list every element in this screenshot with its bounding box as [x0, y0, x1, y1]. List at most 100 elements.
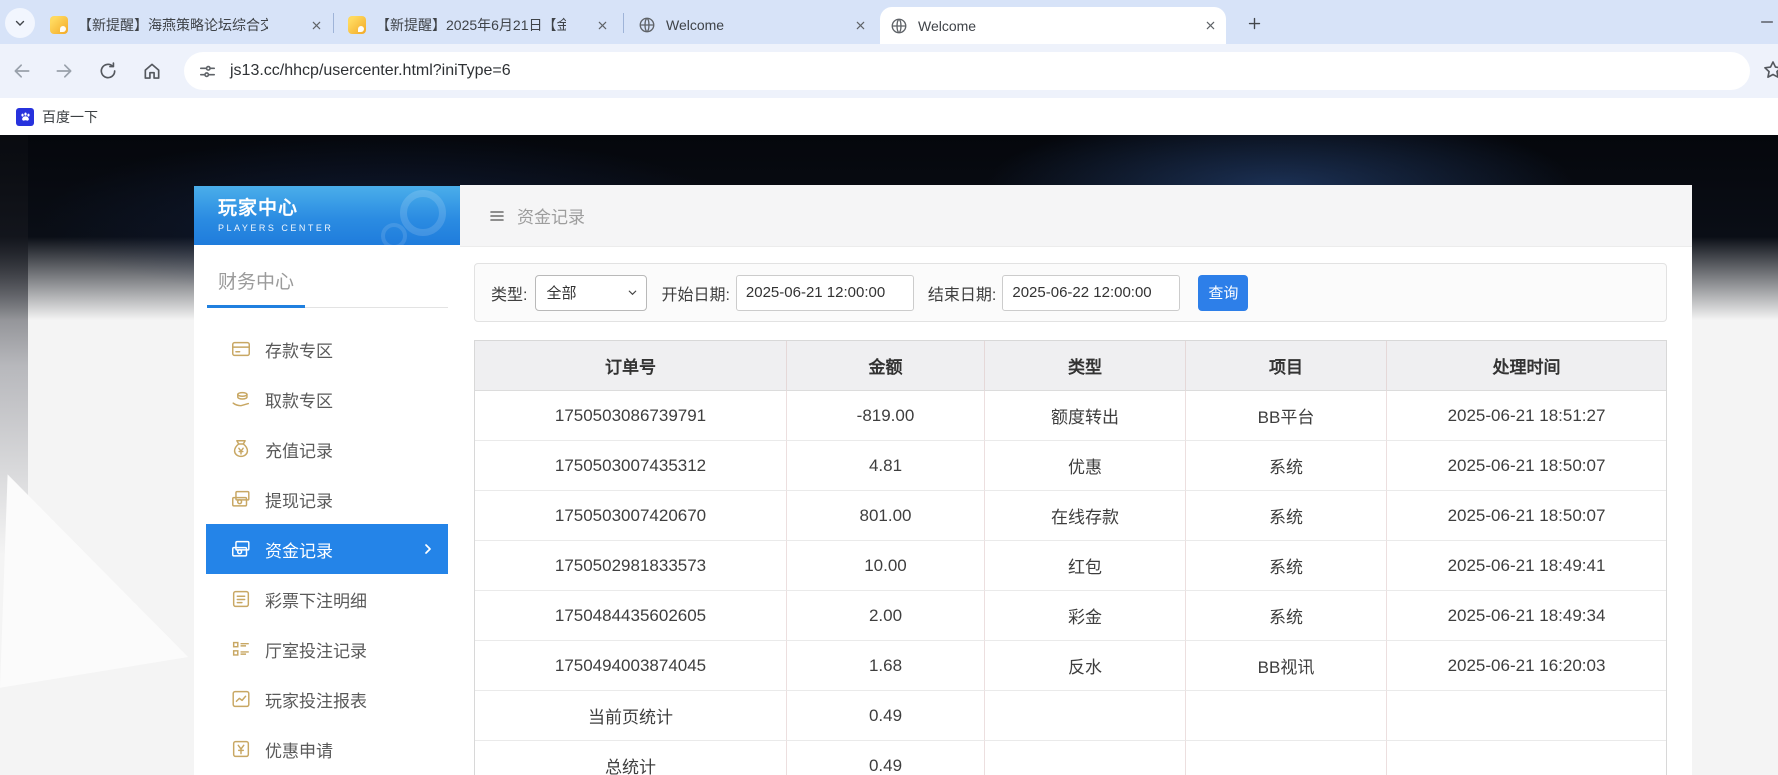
player-center-sidebar: 玩家中心 PLAYERS CENTER 财务中心 存款专区 取款专区 [194, 186, 460, 775]
tab-separator [333, 13, 334, 33]
globe-favicon-icon [638, 16, 656, 34]
sidebar-item-label: 充值记录 [265, 437, 333, 462]
cell-empty [984, 691, 1185, 741]
cell-order-no: 1750494003874045 [475, 641, 786, 691]
cell-order-no: 1750503086739791 [475, 391, 786, 441]
cell-empty [1185, 691, 1386, 741]
cell-process-time: 2025-06-21 18:49:34 [1386, 591, 1666, 641]
globe-favicon-icon [890, 17, 908, 35]
sidebar-item-label: 玩家投注报表 [265, 687, 367, 712]
sidebar-item-label: 资金记录 [265, 537, 333, 562]
url-text[interactable]: js13.cc/hhcp/usercenter.html?iniType=6 [230, 62, 511, 80]
cell-type: 在线存款 [984, 491, 1185, 541]
cell-amount: 0.49 [786, 691, 984, 741]
bookmarks-bar: 百度一下 [0, 98, 1778, 135]
cell-order-no: 1750503007420670 [475, 491, 786, 541]
tab-title: 【新提醒】海燕策略论坛综合交 [78, 15, 268, 35]
cell-amount: -819.00 [786, 391, 984, 441]
plus-icon [1247, 16, 1262, 31]
end-date-label: 结束日期: [928, 281, 996, 305]
back-arrow-icon [12, 61, 32, 81]
filter-bar: 类型: 全部 开始日期: 结束日期: 查询 [474, 263, 1667, 322]
cell-process-time: 2025-06-21 16:20:03 [1386, 641, 1666, 691]
sidebar-item-label: 厅室投注记录 [265, 637, 367, 662]
table-row-total-summary: 总统计 0.49 [475, 741, 1666, 775]
main-panel: 资金记录 类型: 全部 开始日期: 结束日期: 查询 订单号 [460, 185, 1692, 775]
reload-button[interactable] [92, 55, 124, 87]
tab-title: 【新提醒】2025年6月21日【金 [376, 15, 566, 35]
baidu-paw-icon [16, 108, 34, 126]
sidebar-item-hall-bet-records[interactable]: 厅室投注记录 [194, 624, 460, 674]
chart-icon [230, 688, 252, 710]
cell-project: 系统 [1185, 541, 1386, 591]
cell-process-time: 2025-06-21 18:50:07 [1386, 441, 1666, 491]
browser-toolbar: js13.cc/hhcp/usercenter.html?iniType=6 [0, 44, 1778, 98]
start-date-input[interactable] [736, 275, 914, 311]
tab-close-icon[interactable] [303, 20, 322, 31]
mail-favicon-icon [348, 16, 366, 34]
cell-project: BB平台 [1185, 391, 1386, 441]
tab-mail-2[interactable]: 【新提醒】2025年6月21日【金 [338, 6, 618, 44]
minimize-icon [1759, 14, 1775, 30]
new-tab-button[interactable] [1240, 9, 1268, 37]
cell-order-no: 1750503007435312 [475, 441, 786, 491]
sidebar-item-lottery-bet-details[interactable]: 彩票下注明细 [194, 574, 460, 624]
sidebar-section-title: 财务中心 [218, 267, 460, 294]
chevron-right-icon [420, 539, 436, 559]
type-select-value: 全部 [546, 282, 627, 303]
tab-separator [623, 13, 624, 33]
tab-close-icon[interactable] [1197, 20, 1216, 31]
browser-window: 【新提醒】海燕策略论坛综合交 【新提醒】2025年6月21日【金 Welcome [0, 0, 1778, 775]
tab-list-dropdown-button[interactable] [5, 8, 35, 38]
page-background-triangle [0, 470, 190, 690]
address-bar[interactable]: js13.cc/hhcp/usercenter.html?iniType=6 [184, 52, 1750, 90]
sidebar-item-funds-records[interactable]: 资金记录 [206, 524, 448, 574]
sidebar-item-withdrawal-records[interactable]: 提现记录 [194, 474, 460, 524]
page-title: 资金记录 [517, 203, 585, 228]
tab-title: Welcome [918, 18, 976, 34]
site-settings-icon[interactable] [198, 62, 218, 81]
back-button[interactable] [6, 55, 38, 87]
tab-welcome-1[interactable]: Welcome [628, 6, 876, 44]
sidebar-item-promo-application[interactable]: 优惠申请 [194, 724, 460, 774]
home-button[interactable] [136, 55, 168, 87]
cell-project: 系统 [1185, 441, 1386, 491]
cell-empty [1386, 741, 1666, 775]
sidebar-item-label: 彩票下注明细 [265, 587, 367, 612]
search-button[interactable]: 查询 [1198, 275, 1248, 311]
tab-close-icon[interactable] [589, 20, 608, 31]
end-date-input[interactable] [1002, 275, 1180, 311]
table-row: 1750502981833573 10.00 红包 系统 2025-06-21 … [475, 541, 1666, 591]
page-viewport: 玩家中心 PLAYERS CENTER 财务中心 存款专区 取款专区 [0, 135, 1778, 775]
tab-close-icon[interactable] [847, 20, 866, 31]
sidebar-item-player-bet-report[interactable]: 玩家投注报表 [194, 674, 460, 724]
cell-type: 反水 [984, 641, 1185, 691]
sidebar-header: 玩家中心 PLAYERS CENTER [194, 186, 460, 245]
bookmark-star-icon[interactable] [1762, 59, 1778, 81]
cell-amount: 0.49 [786, 741, 984, 775]
sidebar-item-recharge-records[interactable]: 充值记录 [194, 424, 460, 474]
tab-mail-1[interactable]: 【新提醒】海燕策略论坛综合交 [40, 6, 332, 44]
tab-welcome-active[interactable]: Welcome [880, 7, 1226, 44]
cell-amount: 10.00 [786, 541, 984, 591]
cell-amount: 801.00 [786, 491, 984, 541]
column-header-type: 类型 [984, 341, 1185, 391]
type-select[interactable]: 全部 [535, 275, 647, 311]
sidebar-item-label: 存款专区 [265, 337, 333, 362]
funds-records-table: 订单号 金额 类型 项目 处理时间 1750503086739791 -819.… [474, 340, 1667, 775]
sidebar-item-deposit[interactable]: 存款专区 [194, 324, 460, 374]
mail-favicon-icon [50, 16, 68, 34]
cell-order-no: 1750502981833573 [475, 541, 786, 591]
bookmark-label: 百度一下 [42, 107, 98, 127]
cell-type: 红包 [984, 541, 1185, 591]
funds-icon [230, 538, 252, 560]
bookmark-baidu[interactable]: 百度一下 [8, 103, 106, 130]
cell-amount: 4.81 [786, 441, 984, 491]
minimize-button[interactable] [1756, 6, 1778, 38]
forward-button[interactable] [48, 55, 80, 87]
column-header-project: 项目 [1185, 341, 1386, 391]
cell-type: 额度转出 [984, 391, 1185, 441]
home-icon [142, 61, 162, 81]
sidebar-item-withdraw[interactable]: 取款专区 [194, 374, 460, 424]
type-label: 类型: [491, 281, 527, 305]
